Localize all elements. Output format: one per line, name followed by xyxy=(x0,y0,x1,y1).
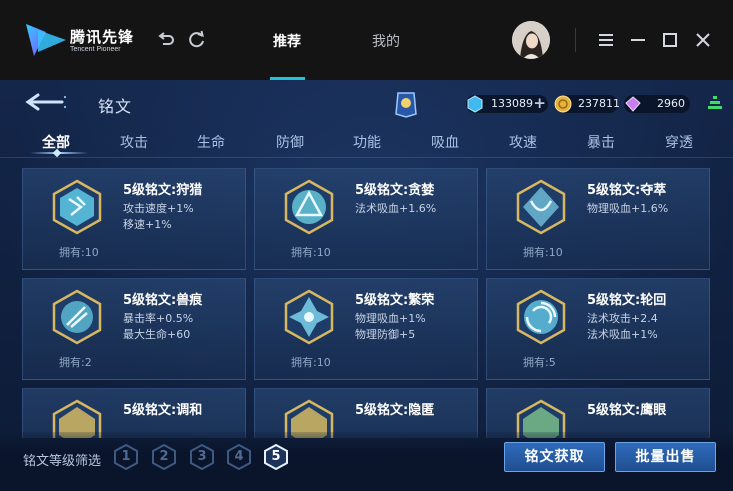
diamond-currency[interactable]: 133089 + xyxy=(466,95,548,113)
inscription-attribute: 暴击率+0.5% xyxy=(123,312,194,325)
crystal-currency: 2960 xyxy=(624,95,690,113)
tab-defense[interactable]: 防御 xyxy=(276,132,304,152)
inscription-grid: 5级铭文:狩猎 攻击速度+1% 移速+1% 拥有:10 5级铭文:贪婪 法术吸血… xyxy=(22,168,712,438)
crystal-icon xyxy=(625,96,641,112)
inscription-title: 5级铭文:夺萃 xyxy=(587,183,667,198)
inscription-attribute: 物理防御+5 xyxy=(355,328,416,341)
avatar-image xyxy=(512,21,550,59)
maximize-icon[interactable] xyxy=(660,30,680,50)
tab-recommend[interactable]: 推荐 xyxy=(273,31,301,51)
level-filter-1[interactable]: 1 xyxy=(112,443,140,471)
inscription-title: 5级铭文:狩猎 xyxy=(123,183,203,198)
inscription-title: 5级铭文:调和 xyxy=(123,403,203,418)
level-filter-3[interactable]: 3 xyxy=(188,443,216,471)
inscription-title: 5级铭文:贪婪 xyxy=(355,183,435,198)
page-title: 铭文 xyxy=(98,97,133,116)
signal-icon xyxy=(708,96,722,109)
inscription-owned-count: 拥有:5 xyxy=(523,356,556,369)
inscription-gem-icon xyxy=(52,179,102,235)
inscription-attribute: 物理吸血+1.6% xyxy=(587,202,669,215)
undo-icon[interactable] xyxy=(156,30,176,50)
bulk-sell-button[interactable]: 批量出售 xyxy=(615,442,716,472)
inscription-gem-icon xyxy=(516,179,566,235)
inscription-card[interactable]: 5级铭文:狩猎 攻击速度+1% 移速+1% 拥有:10 xyxy=(22,168,246,270)
inscription-owned-count: 拥有:10 xyxy=(59,246,99,259)
brand-subtitle: Tencent Pioneer xyxy=(70,46,121,53)
inscription-card[interactable]: 5级铭文:调和 xyxy=(22,388,246,438)
launcher-titlebar: 腾讯先锋 Tencent Pioneer 推荐 我的 xyxy=(0,0,733,80)
inscription-owned-count: 拥有:2 xyxy=(59,356,92,369)
back-arrow-icon[interactable] xyxy=(22,92,66,112)
tab-critical[interactable]: 暴击 xyxy=(587,132,615,152)
inscription-attribute: 法术吸血+1.6% xyxy=(355,202,437,215)
level-filter-4[interactable]: 4 xyxy=(225,443,253,471)
inscription-attribute: 法术吸血+1% xyxy=(587,328,658,341)
add-diamond-icon[interactable]: + xyxy=(533,96,546,111)
inscription-card[interactable]: 5级铭文:鹰眼 xyxy=(486,388,710,438)
inscription-attribute: 移速+1% xyxy=(123,218,172,231)
brand: 腾讯先锋 Tencent Pioneer xyxy=(70,29,134,54)
inscription-card[interactable]: 5级铭文:兽痕 暴击率+0.5% 最大生命+60 拥有:2 xyxy=(22,278,246,380)
tab-utility[interactable]: 功能 xyxy=(353,132,381,152)
inscription-badge-icon[interactable] xyxy=(393,90,419,118)
diamond-amount: 133089 xyxy=(491,97,533,110)
inscription-gem-icon xyxy=(52,289,102,345)
inscription-gem-icon xyxy=(284,289,334,345)
inscription-card[interactable]: 5级铭文:轮回 法术攻击+2.4 法术吸血+1% 拥有:5 xyxy=(486,278,710,380)
level-number: 1 xyxy=(121,449,131,464)
obtain-inscription-button[interactable]: 铭文获取 xyxy=(504,442,605,472)
inscription-card[interactable]: 5级铭文:贪婪 法术吸血+1.6% 拥有:10 xyxy=(254,168,478,270)
level-filter-5[interactable]: 5 xyxy=(262,443,290,471)
minimize-icon[interactable] xyxy=(628,30,648,50)
inscription-card[interactable]: 5级铭文:夺萃 物理吸血+1.6% 拥有:10 xyxy=(486,168,710,270)
inscription-title: 5级铭文:隐匿 xyxy=(355,403,435,418)
toolbar-divider xyxy=(575,28,576,52)
avatar[interactable] xyxy=(512,21,550,59)
menu-icon[interactable] xyxy=(596,30,616,50)
game-view: 铭文 133089 + 237811 2960 全部 攻击 生命 防御 功能 吸… xyxy=(0,80,733,491)
level-number: 2 xyxy=(159,449,169,464)
gold-currency: 237811 xyxy=(554,95,620,113)
inscription-owned-count: 拥有:10 xyxy=(291,246,331,259)
inscription-attribute: 法术攻击+2.4 xyxy=(587,312,658,325)
inscription-card[interactable]: 5级铭文:繁荣 物理吸血+1% 物理防御+5 拥有:10 xyxy=(254,278,478,380)
close-icon[interactable] xyxy=(693,30,713,50)
inscription-attribute: 最大生命+60 xyxy=(123,328,191,341)
gold-coin-icon xyxy=(554,95,572,113)
level-number: 5 xyxy=(271,449,281,464)
inscription-title: 5级铭文:繁荣 xyxy=(355,293,435,308)
inscription-gem-icon xyxy=(284,179,334,235)
tab-health[interactable]: 生命 xyxy=(197,132,225,152)
crystal-amount: 2960 xyxy=(657,97,685,110)
inscription-title: 5级铭文:轮回 xyxy=(587,293,667,308)
inscription-attribute: 物理吸血+1% xyxy=(355,312,426,325)
brand-name: 腾讯先锋 xyxy=(70,28,135,46)
category-tabs: 全部 攻击 生命 防御 功能 吸血 攻速 暴击 穿透 xyxy=(0,128,733,158)
inscription-gem-icon xyxy=(516,289,566,345)
inscription-owned-count: 拥有:10 xyxy=(523,246,563,259)
level-number: 3 xyxy=(197,449,207,464)
inscription-title: 5级铭文:鹰眼 xyxy=(587,403,667,418)
gold-amount: 237811 xyxy=(578,97,620,110)
diamond-icon xyxy=(467,95,483,113)
tab-mine[interactable]: 我的 xyxy=(372,31,400,51)
level-filter-2[interactable]: 2 xyxy=(150,443,178,471)
inscription-owned-count: 拥有:10 xyxy=(291,356,331,369)
refresh-icon[interactable] xyxy=(187,30,207,50)
inscription-card[interactable]: 5级铭文:隐匿 xyxy=(254,388,478,438)
tencent-pioneer-logo xyxy=(26,24,66,56)
inscription-title: 5级铭文:兽痕 xyxy=(123,293,203,308)
tab-attack[interactable]: 攻击 xyxy=(120,132,148,152)
level-filter-label: 铭文等级筛选 xyxy=(23,454,102,469)
tab-penetration[interactable]: 穿透 xyxy=(665,132,693,152)
level-number: 4 xyxy=(234,449,244,464)
inscription-attribute: 攻击速度+1% xyxy=(123,202,194,215)
tab-attack-speed[interactable]: 攻速 xyxy=(509,132,537,152)
tab-lifesteal[interactable]: 吸血 xyxy=(431,132,459,152)
